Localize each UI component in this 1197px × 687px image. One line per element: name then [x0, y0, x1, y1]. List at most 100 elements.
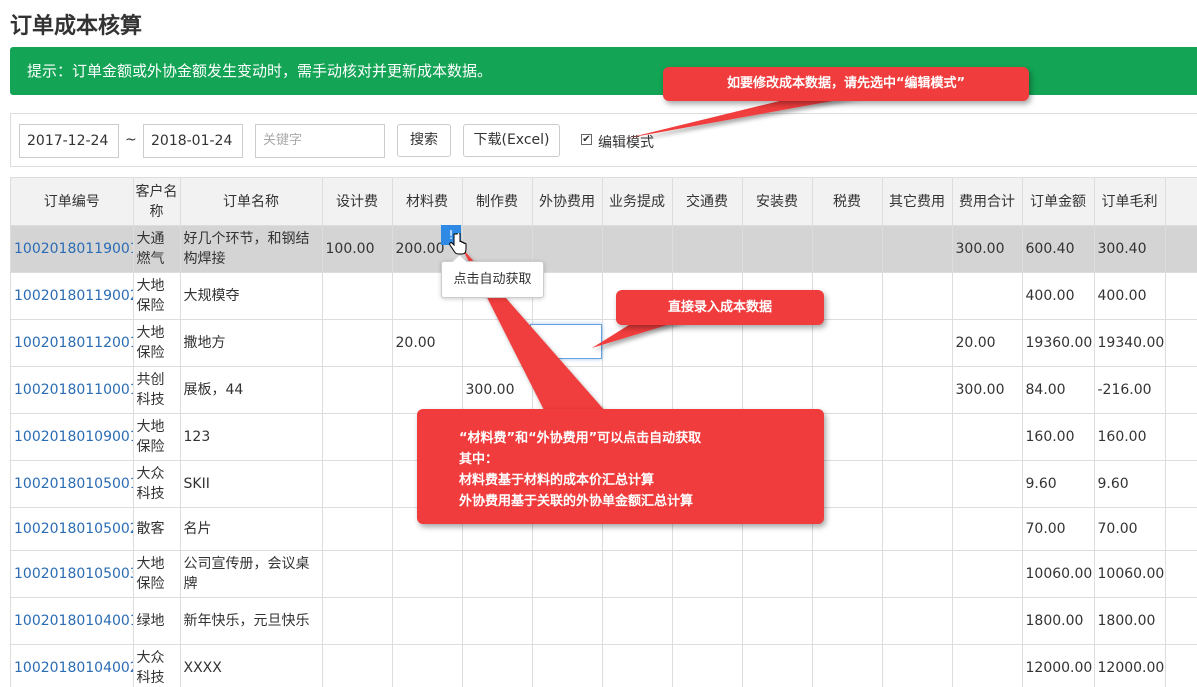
cell-order-id[interactable]: 10020180105002 — [11, 507, 134, 551]
cell-design-fee[interactable] — [322, 644, 393, 687]
cell-tax[interactable] — [812, 225, 883, 273]
col-header-other-fee[interactable]: 其它费用 — [882, 178, 953, 226]
col-header-customer[interactable]: 客户名称 — [133, 178, 181, 226]
cell-other-fee[interactable] — [882, 319, 953, 367]
cell-commission[interactable] — [602, 550, 673, 598]
cell-outsource-fee[interactable] — [532, 366, 603, 414]
cell-production-fee[interactable] — [462, 597, 533, 645]
cell-transport-fee[interactable] — [672, 644, 743, 687]
col-header-transport-fee[interactable]: 交通费 — [672, 178, 743, 226]
cell-tax[interactable] — [812, 319, 883, 367]
cell-commission[interactable] — [602, 644, 673, 687]
table-row[interactable]: 10020180104002 大众科技 XXXX 12000.00 12000.00 — [11, 644, 1197, 687]
cell-design-fee[interactable] — [322, 413, 393, 461]
col-header-outsource-fee[interactable]: 外协费用 — [532, 178, 603, 226]
cell-other-fee[interactable] — [882, 507, 953, 551]
cell-material-fee[interactable] — [392, 597, 463, 645]
cell-outsource-fee[interactable] — [532, 550, 603, 598]
cost-cell-input[interactable] — [530, 324, 602, 359]
cell-total-cost — [952, 644, 1023, 687]
table-row[interactable]: 10020180119002 大地保险 大规模夺 400.00 400.00 — [11, 272, 1197, 320]
cell-order-id[interactable]: 10020180104002 — [11, 644, 134, 687]
cell-other-fee[interactable] — [882, 597, 953, 645]
cell-install-fee[interactable] — [742, 225, 813, 273]
keyword-input[interactable]: 关键字 — [255, 124, 385, 158]
cell-design-fee[interactable]: 100.00 — [322, 225, 393, 273]
cell-order-id[interactable]: 10020180112001 — [11, 319, 134, 367]
cell-order-id[interactable]: 10020180119002 — [11, 272, 134, 320]
cell-tax[interactable] — [812, 644, 883, 687]
cell-design-fee[interactable] — [322, 319, 393, 367]
cell-material-fee[interactable] — [392, 644, 463, 687]
end-date-input[interactable]: 2018-01-24 — [143, 124, 243, 158]
cell-other-fee[interactable] — [882, 413, 953, 461]
cell-material-fee[interactable]: 20.00 — [392, 319, 463, 367]
cell-production-fee[interactable]: 300.00 — [462, 366, 533, 414]
cell-gross-profit: 400.00 — [1094, 272, 1166, 320]
cell-order-id[interactable]: 10020180105001 — [11, 460, 134, 508]
edit-mode-label[interactable]: 编辑模式 — [598, 132, 654, 152]
cell-design-fee[interactable] — [322, 460, 393, 508]
cell-commission[interactable] — [602, 597, 673, 645]
cell-install-fee[interactable] — [742, 644, 813, 687]
cell-transport-fee[interactable] — [672, 597, 743, 645]
cell-outsource-fee[interactable] — [532, 644, 603, 687]
cell-other-fee[interactable] — [882, 225, 953, 273]
cell-other-fee[interactable] — [882, 366, 953, 414]
cell-order-id[interactable]: 10020180109001 — [11, 413, 134, 461]
cell-install-fee[interactable] — [742, 366, 813, 414]
cell-commission[interactable] — [602, 366, 673, 414]
table-row[interactable]: 10020180104001 绿地 新年快乐，元旦快乐 1800.00 1800.00 — [11, 597, 1197, 645]
cell-order-id[interactable]: 10020180104001 — [11, 597, 134, 645]
cell-tax[interactable] — [812, 366, 883, 414]
cell-order-id[interactable]: 10020180110001 — [11, 366, 134, 414]
cell-other-fee[interactable] — [882, 272, 953, 320]
table-row[interactable]: 10020180112001 大地保险 撒地方 20.00 20.00 19360.00 1… — [11, 319, 1197, 367]
cell-transport-fee[interactable] — [672, 366, 743, 414]
col-header-install-fee[interactable]: 安装费 — [742, 178, 813, 226]
edit-mode-checkbox[interactable]: ✔ — [581, 134, 592, 145]
cell-order-id[interactable]: 10020180105003 — [11, 550, 134, 598]
cell-design-fee[interactable] — [322, 597, 393, 645]
table-row[interactable]: 10020180119001 大通燃气 好几个环节，和钢结构焊接 100.00 200.… — [11, 225, 1197, 273]
col-header-design-fee[interactable]: 设计费 — [322, 178, 393, 226]
cell-design-fee[interactable] — [322, 366, 393, 414]
cell-design-fee[interactable] — [322, 507, 393, 551]
cell-outsource-fee[interactable] — [532, 597, 603, 645]
col-header-order-id[interactable]: 订单编号 — [11, 178, 134, 226]
search-button[interactable]: 搜索 — [397, 124, 451, 157]
col-header-order-name[interactable]: 订单名称 — [180, 178, 323, 226]
col-header-gross-profit[interactable]: 订单毛利 — [1094, 178, 1166, 226]
cell-material-fee[interactable] — [392, 366, 463, 414]
col-header-material-fee[interactable]: 材料费 — [392, 178, 463, 226]
start-date-input[interactable]: 2017-12-24 — [19, 124, 119, 158]
cell-commission[interactable] — [602, 225, 673, 273]
col-header-commission[interactable]: 业务提成 — [602, 178, 673, 226]
cell-material-fee[interactable] — [392, 550, 463, 598]
cell-design-fee[interactable] — [322, 272, 393, 320]
cell-tax[interactable] — [812, 550, 883, 598]
col-header-total-cost[interactable]: 费用合计 — [952, 178, 1023, 226]
cell-install-fee[interactable] — [742, 597, 813, 645]
cell-commission[interactable] — [602, 319, 673, 367]
download-excel-button[interactable]: 下载(Excel) — [463, 124, 560, 157]
col-header-production-fee[interactable]: 制作费 — [462, 178, 533, 226]
cell-order-id[interactable]: 10020180119001 — [11, 225, 134, 273]
cell-tax[interactable] — [812, 597, 883, 645]
cell-install-fee[interactable] — [742, 550, 813, 598]
col-header-tax[interactable]: 税费 — [812, 178, 883, 226]
cell-transport-fee[interactable] — [672, 550, 743, 598]
cell-production-fee[interactable] — [462, 644, 533, 687]
cell-other-fee[interactable] — [882, 550, 953, 598]
cell-transport-fee[interactable] — [672, 225, 743, 273]
cell-production-fee[interactable] — [462, 319, 533, 367]
cell-production-fee[interactable] — [462, 550, 533, 598]
cell-other-fee[interactable] — [882, 460, 953, 508]
cell-transport-fee[interactable] — [672, 319, 743, 367]
table-row[interactable]: 10020180105003 大地保险 公司宣传册，会议桌牌 10060.00 1006… — [11, 550, 1197, 598]
col-header-order-amount[interactable]: 订单金额 — [1022, 178, 1095, 226]
cell-design-fee[interactable] — [322, 550, 393, 598]
table-row[interactable]: 10020180110001 共创科技 展板，44 300.00 300.00 84.00… — [11, 366, 1197, 414]
cell-install-fee[interactable] — [742, 319, 813, 367]
cell-other-fee[interactable] — [882, 644, 953, 687]
